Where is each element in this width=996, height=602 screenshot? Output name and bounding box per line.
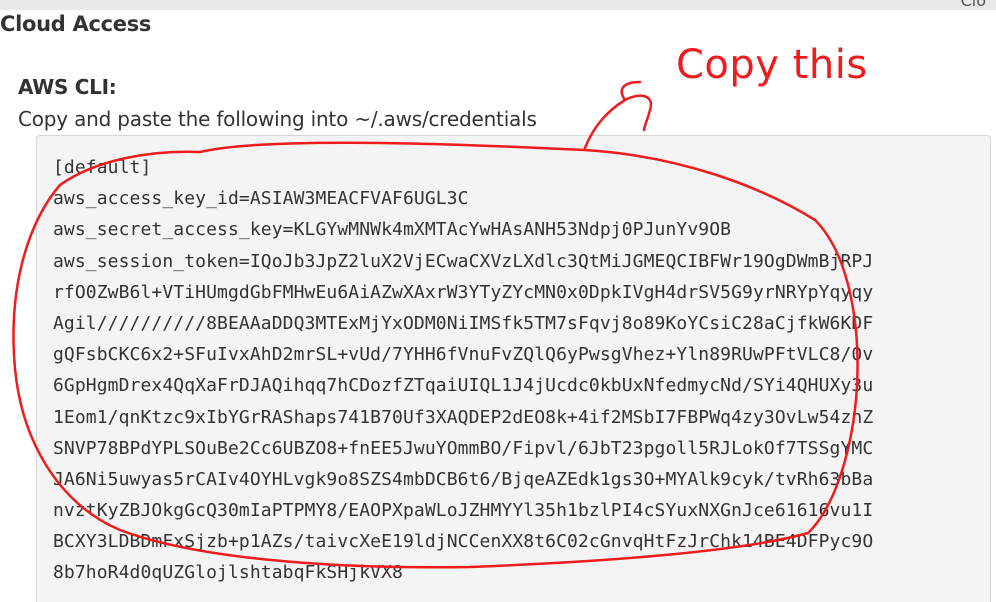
aws-cli-instructions: Copy and paste the following into ~/.aws… (18, 107, 537, 131)
credentials-line: aws_session_token=IQoJb3JpZ2luX2VjECwaCX… (53, 250, 874, 272)
credentials-line: 6GpHgmDrex4QqXaFrDJAQihqq7hCDozfZTqaiUIQ… (53, 375, 874, 397)
aws-cli-heading: AWS CLI: (18, 75, 117, 99)
credentials-line: [default] (53, 157, 152, 178)
copy-this-annotation: Copy this (676, 42, 868, 88)
top-strip-corner-text: Clo (960, 0, 986, 10)
credentials-line: gQFsbCKC6x2+SFuIvxAhD2mrSL+vUd/7YHH6fVnu… (53, 344, 874, 366)
credentials-line: 1Eom1/qnKtzc9xIbYGrRAShaps741B70Uf3XAQDE… (53, 406, 874, 428)
credentials-line: Agil//////////8BEAAaDDQ3MTExMjYxODM0NiIM… (53, 312, 874, 334)
credentials-line: BCXY3LDBDmFxSjzb+p1AZs/taivcXeE19ldjNCCe… (53, 531, 874, 553)
credentials-line: aws_access_key_id=ASIAW3MEACFVAF6UGL3C (53, 188, 469, 210)
credentials-line: 8b7hoR4d0qUZGlojlshtabqFkSHjkVX8 (53, 562, 403, 584)
section-title: Cloud Access (0, 12, 152, 36)
credentials-line: nvztKyZBJOkgGcQ30mIaPTPMY8/EAOPXpaWLoJZH… (53, 500, 874, 522)
credentials-line: rfO0ZwB6l+VTiHUmgdGbFMHwEu6AiAZwXAxrW3YT… (53, 281, 874, 303)
credentials-line: SNVP78BPdYPLSOuBe2Cc6UBZO8+fnEE5JwuYOmmB… (53, 437, 874, 459)
credentials-line: JA6Ni5uwyas5rCAIv4OYHLvgk9o8SZS4mbDCB6t6… (53, 468, 874, 490)
credentials-text[interactable]: [default] aws_access_key_id=ASIAW3MEACFV… (53, 152, 873, 589)
credentials-line: aws_secret_access_key=KLGYwMNWk4mXMTAcYw… (53, 219, 732, 241)
top-strip: Clo (0, 0, 996, 10)
credentials-code-block[interactable]: [default] aws_access_key_id=ASIAW3MEACFV… (36, 135, 991, 602)
